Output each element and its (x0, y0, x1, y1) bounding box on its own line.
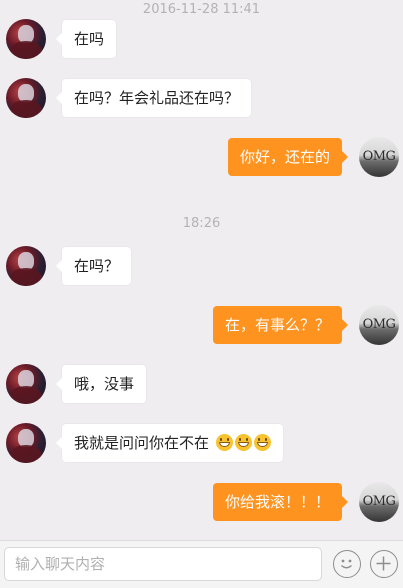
incoming-message: 哦，没事 (55, 365, 147, 403)
avatar-logo-text: OMG (362, 148, 396, 164)
self-avatar[interactable]: OMG (359, 305, 399, 345)
message-input[interactable] (4, 547, 322, 581)
more-options-button[interactable] (370, 550, 398, 578)
message-input-bar (0, 540, 403, 588)
self-avatar[interactable]: OMG (359, 137, 399, 177)
outgoing-message: 你好，还在的 (227, 138, 349, 176)
avatar-logo-text: OMG (362, 316, 396, 332)
incoming-message: 在吗？ (55, 247, 132, 285)
smiley-icon (341, 559, 352, 569)
contact-avatar[interactable] (6, 423, 46, 463)
timestamp: 2016-11-28 11:41 (142, 2, 261, 17)
plus-icon (376, 556, 391, 571)
contact-avatar[interactable] (6, 19, 46, 59)
outgoing-message: 你给我滚！！！ (212, 483, 349, 521)
self-avatar[interactable]: OMG (359, 482, 399, 522)
grinning-face-emoji-icon (215, 434, 233, 451)
contact-avatar[interactable] (6, 246, 46, 286)
grinning-face-emoji-icon (234, 434, 252, 451)
incoming-message: 我就是问问你在不在 (56, 424, 283, 462)
emoji-button[interactable] (333, 550, 361, 578)
avatar-logo-text: OMG (362, 493, 396, 509)
contact-avatar[interactable] (6, 78, 46, 118)
grinning-face-emoji-icon (253, 434, 271, 451)
incoming-message: 在吗 (55, 20, 117, 58)
contact-avatar[interactable] (6, 364, 46, 404)
message-text: 我就是问问你在不在 (74, 434, 210, 452)
incoming-message: 在吗？年会礼品还在吗？ (55, 79, 252, 117)
timestamp: 18:26 (182, 216, 221, 231)
outgoing-message: 在，有事么？？ (212, 306, 349, 344)
